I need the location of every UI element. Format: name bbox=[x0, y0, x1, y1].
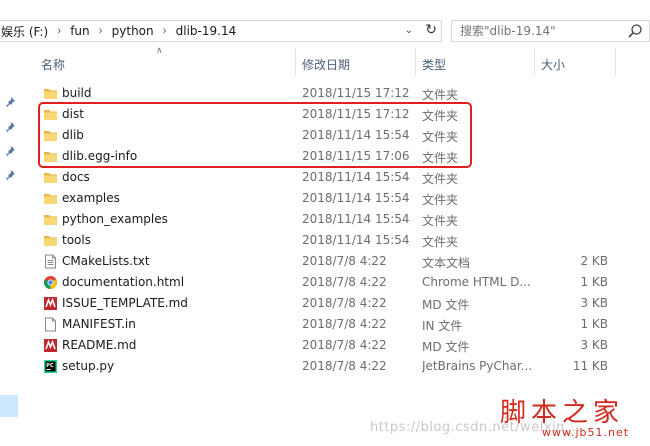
file-size: 3 KB bbox=[580, 296, 608, 310]
folder-icon bbox=[43, 86, 58, 101]
blank-file-icon bbox=[43, 317, 58, 332]
breadcrumb-chevron-icon[interactable]: › bbox=[92, 24, 110, 37]
column-header-size[interactable]: 大小 bbox=[541, 56, 565, 73]
file-modified-date: 2018/11/15 17:12 bbox=[302, 86, 410, 100]
file-row[interactable]: ISSUE_TEMPLATE.md 2018/7/8 4:22 MD 文件 3 KB bbox=[40, 293, 620, 314]
svg-text:PC: PC bbox=[46, 363, 54, 369]
markdown-file-icon bbox=[43, 296, 58, 311]
file-modified-date: 2018/7/8 4:22 bbox=[302, 296, 387, 310]
highlight-box bbox=[38, 102, 472, 168]
breadcrumb-chevron-icon[interactable]: › bbox=[156, 24, 174, 37]
pycharm-icon: PC bbox=[43, 359, 58, 374]
file-size: 1 KB bbox=[580, 317, 608, 331]
file-modified-date: 2018/7/8 4:22 bbox=[302, 359, 387, 373]
folder-icon bbox=[43, 233, 58, 248]
site-logo-watermark: 脚本之家 bbox=[500, 398, 625, 428]
pin-icon[interactable] bbox=[5, 121, 16, 132]
chrome-icon bbox=[43, 275, 58, 290]
site-url-watermark: www.jb51.net bbox=[542, 426, 630, 439]
breadcrumb-drive[interactable]: 娱乐 (F:) bbox=[0, 23, 50, 40]
nav-selected-item[interactable] bbox=[0, 395, 18, 417]
file-type: 文件夹 bbox=[422, 235, 459, 249]
file-row[interactable]: documentation.html 2018/7/8 4:22 Chrome HT… bbox=[40, 272, 620, 293]
refresh-icon[interactable]: ↻ bbox=[425, 22, 437, 38]
file-name: tools bbox=[62, 233, 91, 247]
sort-ascending-icon: ∧ bbox=[156, 46, 163, 56]
file-type: IN 文件 bbox=[422, 319, 463, 333]
file-row[interactable]: CMakeLists.txt 2018/7/8 4:22 文本文档 2 KB bbox=[40, 251, 620, 272]
column-divider[interactable] bbox=[615, 48, 616, 76]
file-modified-date: 2018/11/14 15:54 bbox=[302, 212, 410, 226]
file-name: examples bbox=[62, 191, 120, 205]
column-headers: ∧ 名称 修改日期 类型 大小 bbox=[20, 46, 650, 76]
address-history-dropdown-icon[interactable]: ⌄ bbox=[405, 25, 413, 36]
column-divider[interactable] bbox=[415, 48, 416, 76]
file-row[interactable]: build 2018/11/15 17:12 文件夹 bbox=[40, 83, 620, 104]
file-name: docs bbox=[62, 170, 90, 184]
file-row[interactable]: MANIFEST.in 2018/7/8 4:22 IN 文件 1 KB bbox=[40, 314, 620, 335]
file-size: 11 KB bbox=[572, 359, 608, 373]
folder-icon bbox=[43, 212, 58, 227]
column-header-date[interactable]: 修改日期 bbox=[302, 56, 350, 73]
search-box[interactable] bbox=[451, 20, 650, 42]
breadcrumb-python[interactable]: python bbox=[110, 24, 156, 38]
file-type: 文件夹 bbox=[422, 172, 459, 186]
file-name: build bbox=[62, 86, 92, 100]
file-type: 文件夹 bbox=[422, 88, 459, 102]
text-file-icon bbox=[43, 254, 58, 269]
file-type: 文件夹 bbox=[422, 193, 459, 207]
file-modified-date: 2018/11/14 15:54 bbox=[302, 233, 410, 247]
file-name: setup.py bbox=[62, 359, 115, 373]
file-modified-date: 2018/11/14 15:54 bbox=[302, 170, 410, 184]
toolbar: 娱乐 (F:) › fun › python › dlib-19.14 ⌄ ↻ bbox=[0, 0, 650, 44]
file-name: python_examples bbox=[62, 212, 168, 226]
file-row[interactable]: examples 2018/11/14 15:54 文件夹 bbox=[40, 188, 620, 209]
pin-icon[interactable] bbox=[5, 145, 16, 156]
file-modified-date: 2018/11/14 15:54 bbox=[302, 191, 410, 205]
file-type: MD 文件 bbox=[422, 298, 470, 312]
file-modified-date: 2018/7/8 4:22 bbox=[302, 254, 387, 268]
file-row[interactable]: python_examples 2018/11/14 15:54 文件夹 bbox=[40, 209, 620, 230]
breadcrumb-fun[interactable]: fun bbox=[68, 24, 91, 38]
pin-icon[interactable] bbox=[5, 96, 16, 107]
file-name: ISSUE_TEMPLATE.md bbox=[62, 296, 188, 310]
file-type: 文本文档 bbox=[422, 256, 471, 270]
file-name: MANIFEST.in bbox=[62, 317, 136, 331]
column-divider[interactable] bbox=[534, 48, 535, 76]
column-header-type[interactable]: 类型 bbox=[422, 56, 446, 73]
breadcrumb-chevron-icon[interactable]: › bbox=[50, 24, 68, 37]
address-bar[interactable]: 娱乐 (F:) › fun › python › dlib-19.14 ⌄ ↻ bbox=[0, 20, 442, 42]
folder-icon bbox=[43, 170, 58, 185]
column-header-name[interactable]: 名称 bbox=[41, 56, 65, 73]
file-modified-date: 2018/7/8 4:22 bbox=[302, 317, 387, 331]
pin-icon[interactable] bbox=[5, 169, 16, 180]
file-type: 文件夹 bbox=[422, 214, 459, 228]
column-divider[interactable] bbox=[295, 48, 296, 76]
folder-icon bbox=[43, 191, 58, 206]
file-modified-date: 2018/7/8 4:22 bbox=[302, 275, 387, 289]
file-size: 2 KB bbox=[580, 254, 608, 268]
file-type: Chrome HTML D... bbox=[422, 275, 531, 289]
navigation-pane bbox=[0, 44, 20, 446]
file-row[interactable]: tools 2018/11/14 15:54 文件夹 bbox=[40, 230, 620, 251]
file-row[interactable]: docs 2018/11/14 15:54 文件夹 bbox=[40, 167, 620, 188]
file-type: MD 文件 bbox=[422, 340, 470, 354]
markdown-file-icon bbox=[43, 338, 58, 353]
file-row[interactable]: README.md 2018/7/8 4:22 MD 文件 3 KB bbox=[40, 335, 620, 356]
search-icon[interactable] bbox=[627, 23, 643, 39]
file-name: documentation.html bbox=[62, 275, 185, 289]
file-size: 3 KB bbox=[580, 338, 608, 352]
file-type: JetBrains PyChar... bbox=[422, 359, 532, 373]
file-size: 1 KB bbox=[580, 275, 608, 289]
breadcrumb-current-folder[interactable]: dlib-19.14 bbox=[174, 24, 239, 38]
file-name: CMakeLists.txt bbox=[62, 254, 150, 268]
file-modified-date: 2018/7/8 4:22 bbox=[302, 338, 387, 352]
search-input[interactable] bbox=[452, 23, 622, 39]
file-name: README.md bbox=[62, 338, 137, 352]
file-row[interactable]: PC setup.py 2018/7/8 4:22 JetBrains PyChar.… bbox=[40, 356, 620, 377]
